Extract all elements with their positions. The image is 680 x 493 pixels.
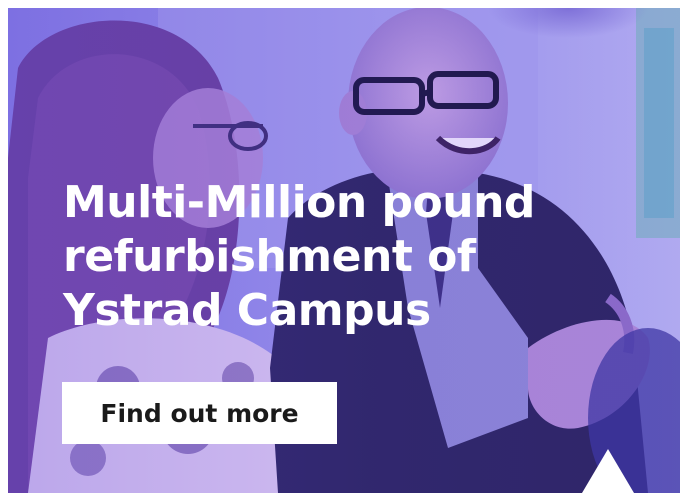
hero-headline: Multi-Million pound refurbishment of Yst… (63, 177, 535, 336)
up-triangle-icon (582, 449, 634, 493)
find-out-more-button[interactable]: Find out more (62, 382, 337, 444)
hero-banner: Multi-Million pound refurbishment of Yst… (8, 8, 680, 493)
